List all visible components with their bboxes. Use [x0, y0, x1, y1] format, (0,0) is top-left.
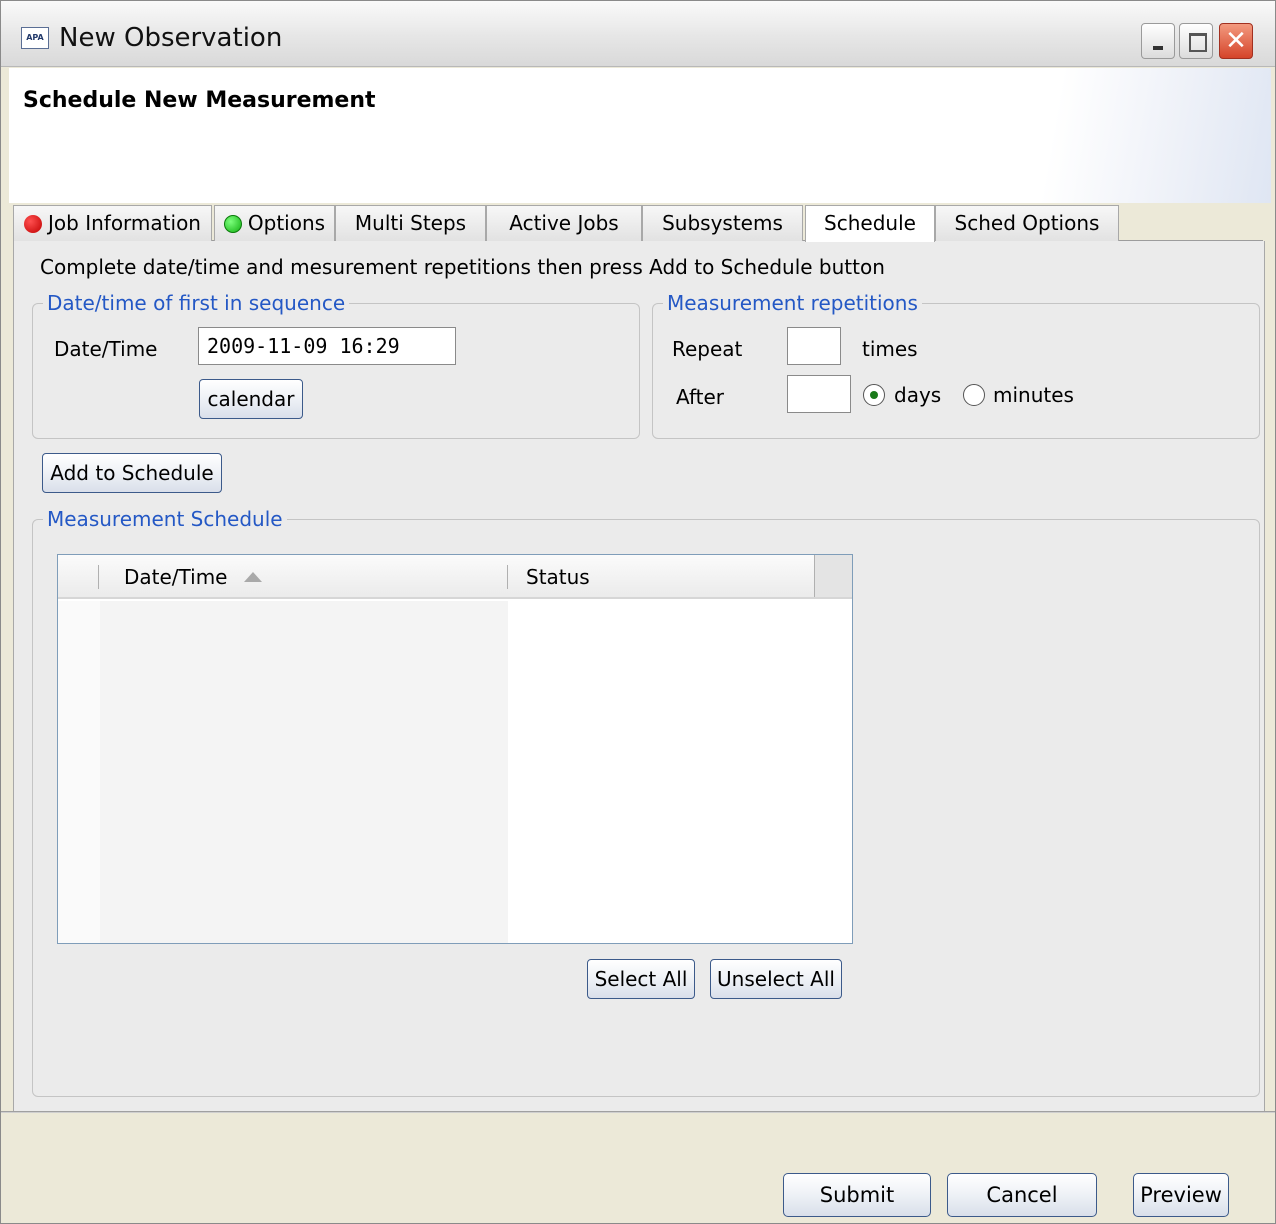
tab-subsystems[interactable]: Subsystems	[642, 205, 803, 241]
new-observation-window: APA New Observation ✕ Schedule New Measu…	[0, 0, 1276, 1224]
select-all-button[interactable]: Select All	[587, 959, 695, 999]
days-radio[interactable]	[863, 384, 885, 406]
tab-label: Subsystems	[662, 211, 783, 235]
times-label: times	[862, 337, 918, 361]
tab-active-jobs[interactable]: Active Jobs	[486, 205, 642, 241]
minutes-label[interactable]: minutes	[993, 383, 1074, 407]
minutes-radio[interactable]	[963, 384, 985, 406]
header-banner: Schedule New Measurement	[9, 68, 1271, 203]
days-label[interactable]: days	[894, 383, 941, 407]
measurement-repetitions-group: Measurement repetitions	[652, 291, 1260, 439]
sort-ascending-icon	[244, 572, 262, 582]
schedule-table[interactable]: Date/Time Status	[57, 554, 853, 944]
close-button[interactable]: ✕	[1219, 23, 1253, 59]
tab-label: Job Information	[48, 211, 201, 235]
instructions-text: Complete date/time and mesurement repeti…	[40, 255, 885, 279]
cancel-button[interactable]: Cancel	[947, 1173, 1097, 1217]
schedule-panel: Complete date/time and mesurement repeti…	[13, 241, 1265, 1111]
calendar-button[interactable]: calendar	[199, 379, 303, 419]
tab-job-information[interactable]: Job Information	[13, 205, 212, 241]
tab-multi-steps[interactable]: Multi Steps	[335, 205, 486, 241]
status-green-icon	[223, 215, 242, 233]
app-icon: APA	[21, 27, 49, 49]
window-title: New Observation	[59, 23, 283, 53]
unselect-all-button[interactable]: Unselect All	[710, 959, 842, 999]
column-header-datetime[interactable]: Date/Time	[124, 555, 228, 599]
group-legend: Measurement repetitions	[667, 291, 918, 315]
after-label: After	[676, 385, 725, 409]
tab-options[interactable]: Options	[214, 205, 335, 241]
tab-label: Options	[247, 211, 326, 235]
datetime-input[interactable]: 2009-11-09 16:29	[198, 327, 456, 365]
row-header-column	[58, 601, 100, 943]
first-in-sequence-group: Date/time of first in sequence	[32, 291, 640, 439]
table-header: Date/Time Status	[58, 555, 852, 599]
column-header-status[interactable]: Status	[526, 555, 590, 599]
column-separator	[98, 565, 99, 589]
repeat-input[interactable]	[787, 327, 841, 365]
tab-sched-options[interactable]: Sched Options	[935, 205, 1119, 241]
tab-label: Multi Steps	[354, 211, 467, 235]
page-title: Schedule New Measurement	[23, 88, 376, 113]
tab-schedule[interactable]: Schedule	[805, 205, 935, 242]
group-legend: Measurement Schedule	[47, 507, 283, 531]
add-to-schedule-button[interactable]: Add to Schedule	[42, 453, 222, 493]
repeat-label: Repeat	[672, 337, 743, 361]
preview-button[interactable]: Preview	[1133, 1173, 1229, 1217]
minimize-button[interactable]	[1141, 23, 1175, 59]
status-red-icon	[24, 215, 43, 233]
tab-label: Active Jobs	[509, 211, 619, 235]
title-bar[interactable]: APA New Observation ✕	[1, 1, 1275, 67]
tab-bar: Job Information Options Multi Steps Acti…	[13, 205, 1263, 242]
group-legend: Date/time of first in sequence	[47, 291, 346, 315]
footer-divider	[1, 1111, 1275, 1113]
datetime-label: Date/Time	[54, 337, 158, 361]
tab-label: Schedule	[824, 211, 916, 235]
close-icon: ✕	[1225, 26, 1247, 56]
submit-button[interactable]: Submit	[783, 1173, 931, 1217]
column-separator	[507, 565, 508, 589]
maximize-button[interactable]	[1179, 23, 1213, 59]
tab-label: Sched Options	[954, 211, 1100, 235]
table-corner	[814, 555, 852, 597]
after-input[interactable]	[787, 375, 851, 413]
datetime-column-body	[100, 601, 508, 943]
